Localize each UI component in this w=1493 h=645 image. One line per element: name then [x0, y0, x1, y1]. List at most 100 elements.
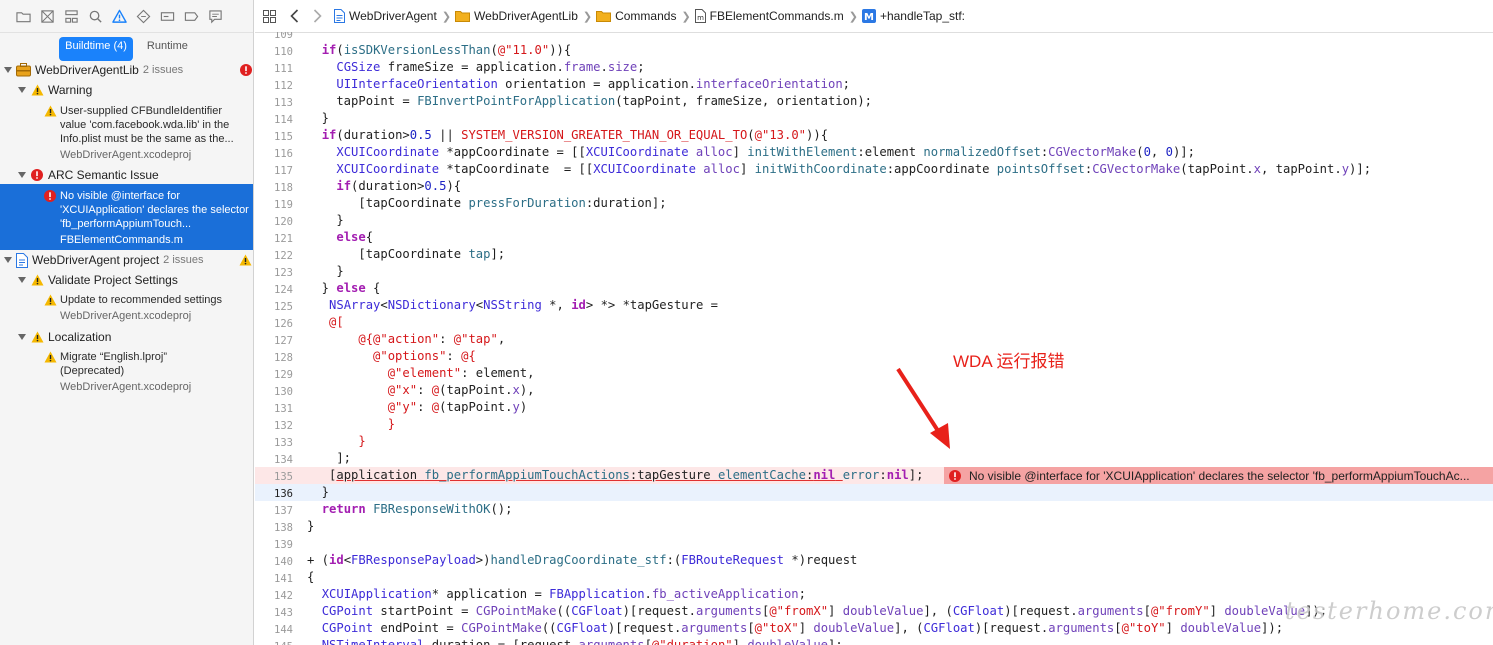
code-line: NSTimeInterval duration = [request.argum… [321, 638, 843, 645]
group-row-webdriveragent-project[interactable]: WebDriverAgent project 2 issues [0, 250, 253, 270]
test-diamond-icon[interactable] [134, 7, 152, 25]
category-row-warning[interactable]: Warning [0, 80, 253, 100]
issue-file: WebDriverAgent.xcodeproj [60, 149, 192, 161]
line-number: 109 [274, 32, 293, 41]
line-number: 129 [274, 369, 293, 381]
warning-icon [44, 105, 57, 117]
disclosure-down-icon[interactable] [2, 64, 14, 76]
code-line: } else { [307, 281, 381, 295]
tab-buildtime[interactable]: Buildtime (4) [59, 37, 133, 61]
category-title: Validate Project Settings [48, 273, 178, 287]
code-line: [tapCoordinate pressForDuration:duration… [307, 196, 667, 210]
line-number: 127 [274, 335, 293, 347]
code-line: { [307, 570, 315, 584]
breadcrumb-group-lib[interactable]: WebDriverAgentLib ❯ [455, 9, 592, 23]
disclosure-down-icon[interactable] [16, 274, 28, 286]
issue-file: WebDriverAgent.xcodeproj [60, 310, 192, 322]
category-row-arc-semantic[interactable]: ARC Semantic Issue [0, 165, 253, 185]
line-number: 111 [274, 63, 293, 75]
navigator-toolbar [0, 0, 253, 33]
breakpoint-icon[interactable] [182, 7, 200, 25]
code-line: @{@"action": @"tap", [358, 332, 506, 346]
breadcrumb-label: FBElementCommands.m [709, 9, 844, 23]
breadcrumb-label: +handleTap_stf: [879, 9, 966, 23]
line-number: 145 [255, 641, 293, 645]
warning-icon [31, 274, 44, 286]
category-title: Warning [48, 83, 93, 97]
breadcrumb-file[interactable]: m FBElementCommands.m ❯ [694, 9, 858, 23]
issue-item-migrate-lproj[interactable]: Migrate “English.lproj” (Deprecated) Web… [44, 350, 213, 394]
code-line: } [307, 111, 330, 125]
line-number: 114 [274, 114, 293, 126]
category-row-localization[interactable]: Localization [0, 327, 253, 347]
disclosure-down-icon[interactable] [16, 169, 28, 181]
code-line-error: [application fb_performAppiumTouchAction… [307, 468, 924, 482]
issue-item-recommended-settings[interactable]: Update to recommended settings WebDriver… [44, 293, 249, 323]
line-number: 117 [274, 165, 293, 177]
source-editor[interactable]: 109 110 111 112 113 114 115 116 117 118 119 120 121 1… [255, 32, 1493, 645]
forward-arrow-icon[interactable] [313, 9, 322, 23]
line-number: 120 [274, 216, 293, 228]
line-number: 128 [274, 352, 293, 364]
code-line: UIInterfaceOrientation orientation = app… [336, 77, 851, 91]
source-control-icon[interactable] [38, 7, 56, 25]
code-line: if(duration>0.5){ [336, 179, 462, 193]
code-line: } [387, 417, 396, 431]
code-line: return FBResponseWithOK(); [321, 502, 513, 516]
breadcrumb-label: Commands [615, 9, 677, 23]
folder-icon[interactable] [14, 7, 32, 25]
line-number: 118 [274, 182, 293, 194]
category-title: Localization [48, 330, 112, 344]
issue-warning-icon[interactable] [110, 7, 128, 25]
search-icon[interactable] [86, 7, 104, 25]
group-row-webdriveragentlib[interactable]: WebDriverAgentLib 2 issues [0, 60, 253, 80]
related-items-grid-icon[interactable] [263, 9, 276, 23]
tab-runtime[interactable]: Runtime [141, 37, 194, 61]
breadcrumb-project[interactable]: WebDriverAgent ❯ [334, 9, 451, 23]
line-number: 115 [274, 131, 293, 143]
chevron-right-icon: ❯ [582, 10, 593, 23]
breadcrumb-method[interactable]: M +handleTap_stf: [861, 9, 966, 23]
hierarchy-icon[interactable] [62, 7, 80, 25]
line-number: 134 [274, 454, 293, 466]
issue-message: No visible @interface for 'XCUIApplicati… [60, 190, 249, 230]
warning-icon [44, 294, 57, 306]
code-line: @"y": @(tapPoint.y) [387, 400, 528, 414]
report-icon[interactable] [206, 7, 224, 25]
line-number: 141 [274, 573, 293, 585]
build-runtime-segmented: Buildtime (4) Runtime [0, 33, 253, 61]
issue-item-selected[interactable]: No visible @interface for 'XCUIApplicati… [44, 189, 249, 247]
code-line: XCUICoordinate *tapCoordinate = [[XCUICo… [336, 162, 1372, 176]
debug-icon[interactable] [158, 7, 176, 25]
issue-item-bundle-id[interactable]: User-supplied CFBundleIdentifier value '… [44, 104, 249, 162]
back-arrow-icon[interactable] [290, 9, 299, 23]
line-number: 144 [274, 624, 293, 636]
issue-navigator: Buildtime (4) Runtime WebDriverAgentLib … [0, 0, 254, 645]
issue-file: WebDriverAgent.xcodeproj [60, 381, 192, 393]
inline-error-message[interactable]: No visible @interface for 'XCUIApplicati… [944, 467, 1493, 484]
line-number: 122 [274, 250, 293, 262]
annotation-label: WDA 运行报错 [953, 352, 1065, 371]
error-icon [949, 469, 961, 482]
error-badge-icon [240, 64, 252, 76]
breadcrumb-group-commands[interactable]: Commands ❯ [596, 9, 691, 23]
code-line: tapPoint = FBInvertPointForApplication(t… [307, 94, 872, 108]
code-line: [tapCoordinate tap]; [307, 247, 506, 261]
disclosure-down-icon[interactable] [16, 331, 28, 343]
method-icon: M [861, 9, 876, 23]
issue-tree: WebDriverAgentLib 2 issues Warning User-… [0, 60, 253, 397]
disclosure-down-icon[interactable] [2, 254, 14, 266]
toolbox-icon [16, 63, 31, 77]
warning-icon [31, 84, 44, 96]
folder-icon [596, 10, 612, 22]
disclosure-down-icon[interactable] [16, 84, 28, 96]
code-line: } [307, 519, 315, 533]
code-line: NSArray<NSDictionary<NSString *, id> *> … [329, 298, 718, 312]
category-row-validate-project[interactable]: Validate Project Settings [0, 270, 253, 290]
code-line: XCUIApplication* application = FBApplica… [321, 587, 806, 601]
group-title: WebDriverAgent project [32, 253, 160, 267]
breadcrumb-label: WebDriverAgentLib [474, 9, 578, 23]
group-issue-count: 2 issues [163, 254, 204, 266]
warning-icon [31, 331, 44, 343]
